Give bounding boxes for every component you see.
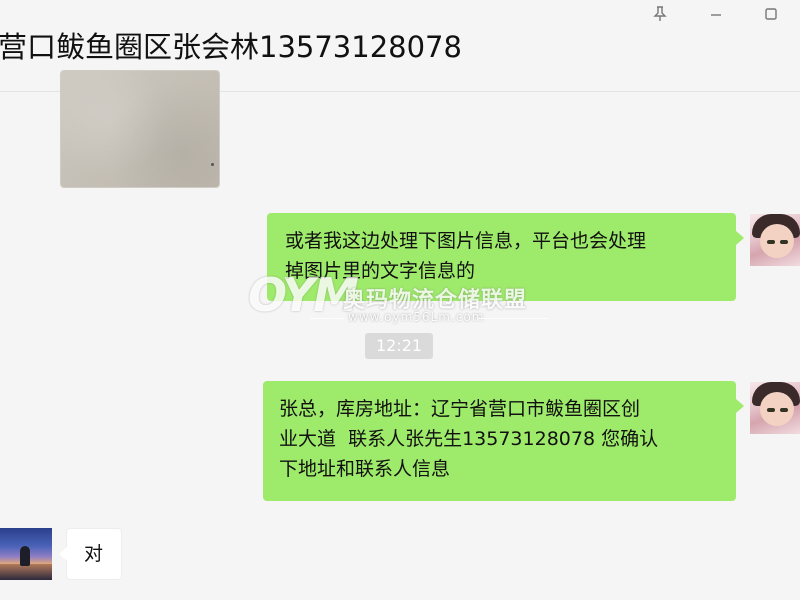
message-bubble-mine[interactable]: 或者我这边处理下图片信息，平台也会处理 掉图片里的文字信息的 — [267, 213, 744, 301]
watermark-rule — [478, 318, 548, 319]
maximize-button[interactable] — [759, 2, 783, 26]
image-message[interactable] — [60, 70, 220, 188]
message-bubble-mine[interactable]: 张总，库房地址：辽宁省营口市鲅鱼圈区创 业大道 联系人张先生1357312807… — [263, 381, 744, 501]
message-line: 业大道 联系人张先生13573128078 您确认 — [279, 428, 659, 450]
maximize-icon — [765, 8, 777, 20]
image-speck — [211, 163, 214, 166]
watermark-url: www.oym56Lm.com — [348, 310, 485, 324]
pin-button[interactable] — [648, 2, 672, 26]
message-line: 张总，库房地址：辽宁省营口市鲅鱼圈区创 — [279, 398, 641, 420]
watermark-rule — [310, 318, 344, 319]
message-line: 掉图片里的文字信息的 — [285, 260, 476, 282]
message-line: 下地址和联系人信息 — [279, 458, 451, 480]
chat-window: 营口鲅鱼圈区张会林13573128078 或者我这边处理下图片信息，平台也会处理… — [0, 0, 800, 600]
my-avatar[interactable] — [750, 382, 800, 434]
chat-title: 营口鲅鱼圈区张会林13573128078 — [0, 30, 462, 64]
message-line: 对 — [84, 543, 104, 565]
minimize-icon — [711, 14, 721, 16]
message-line: 或者我这边处理下图片信息，平台也会处理 — [285, 230, 647, 252]
my-avatar[interactable] — [750, 214, 800, 266]
message-timestamp: 12:21 — [365, 333, 433, 359]
pin-icon — [653, 6, 667, 21]
message-bubble-other[interactable]: 对 — [59, 528, 122, 580]
minimize-button[interactable] — [704, 2, 728, 26]
contact-avatar[interactable] — [0, 528, 52, 580]
